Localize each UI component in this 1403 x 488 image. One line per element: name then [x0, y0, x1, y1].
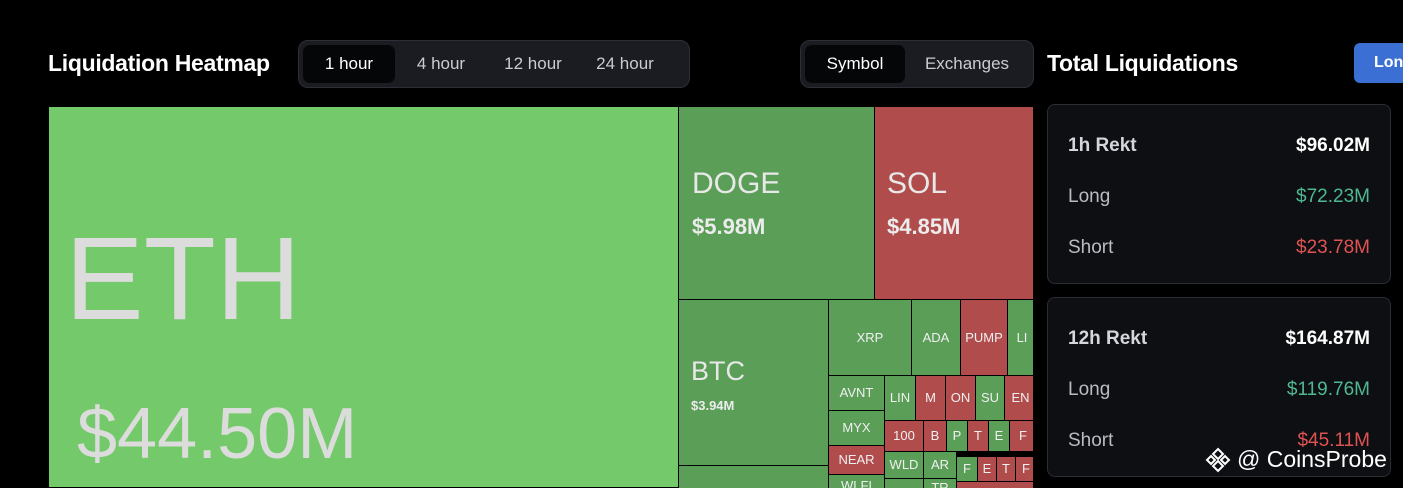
card-12h-total: $164.87M — [1285, 328, 1370, 349]
tile-tr[interactable]: TR — [923, 478, 957, 488]
tile-t2[interactable]: T — [996, 456, 1016, 482]
tile-myx[interactable]: MYX — [828, 410, 885, 446]
liquidation-heatmap: ETH $44.50M DOGE $5.98M SOL $4.85M BTC $… — [48, 106, 1033, 488]
tile-avnt[interactable]: AVNT — [828, 375, 885, 411]
tile-ar[interactable]: AR — [923, 451, 957, 479]
tile-eth[interactable]: ETH $44.50M — [48, 106, 679, 488]
tile-lin[interactable]: LIN — [884, 375, 916, 421]
tile-wld[interactable]: WLD — [884, 451, 924, 479]
view-selector: Symbol Exchanges — [800, 40, 1034, 88]
card-1h-label: 1h Rekt — [1068, 135, 1137, 156]
card-12h-long-label: Long — [1068, 379, 1111, 400]
tile-e[interactable]: E — [988, 420, 1010, 452]
card-12h-long-value: $119.76M — [1286, 379, 1370, 400]
tile-btc-symbol: BTC — [691, 356, 745, 386]
card-1h-short-value: $23.78M — [1296, 237, 1370, 258]
card-1h-long-label: Long — [1068, 186, 1111, 207]
tile-pump[interactable]: PUMP — [960, 299, 1008, 376]
tile-btc[interactable]: BTC $3.94M — [678, 299, 829, 466]
tile-f2[interactable]: F — [956, 456, 978, 482]
tab-24-hour[interactable]: 24 hour — [579, 45, 671, 83]
tile-100[interactable]: 100 — [884, 420, 924, 452]
card-12h-label: 12h Rekt — [1068, 328, 1148, 349]
tile-eth-value: $44.50M — [77, 394, 358, 474]
tile-xrp[interactable]: XRP — [828, 299, 912, 376]
tab-symbol[interactable]: Symbol — [805, 45, 905, 83]
tile-b[interactable]: B — [923, 420, 947, 452]
tile-en[interactable]: EN — [1004, 375, 1033, 421]
tab-12-hour[interactable]: 12 hour — [487, 45, 579, 83]
tile-ada[interactable]: ADA — [911, 299, 961, 376]
tile-on[interactable]: ON — [945, 375, 976, 421]
tab-exchanges[interactable]: Exchanges — [905, 45, 1029, 83]
tile-sol[interactable]: SOL $4.85M — [874, 106, 1033, 300]
page-title: Liquidation Heatmap — [48, 50, 270, 76]
tile-p[interactable]: P — [946, 420, 968, 452]
card-12h-short-label: Short — [1068, 430, 1114, 451]
tile-doge[interactable]: DOGE $5.98M — [678, 106, 875, 300]
time-range-selector: 1 hour 4 hour 12 hour 24 hour — [298, 40, 690, 88]
tile-near[interactable]: NEAR — [828, 445, 885, 475]
watermark-text: @ CoinsProbe — [1237, 446, 1387, 472]
binance-logo-icon — [1205, 447, 1231, 472]
tile-li[interactable]: LI — [1007, 299, 1033, 376]
tile-unlabeled-3[interactable] — [956, 481, 1033, 488]
tile-wlfi[interactable]: WLFI — [828, 474, 885, 488]
card-1h-long-value: $72.23M — [1296, 186, 1370, 207]
tile-unlabeled[interactable] — [678, 465, 829, 488]
tile-f3[interactable]: F — [1015, 456, 1033, 482]
card-1h-short-label: Short — [1068, 237, 1114, 258]
tile-e2[interactable]: E — [977, 456, 997, 482]
tile-unlabeled-2[interactable] — [884, 478, 924, 488]
long-tab-button[interactable]: Lon — [1354, 43, 1403, 83]
tile-t[interactable]: T — [967, 420, 989, 452]
tile-sol-symbol: SOL — [887, 167, 948, 200]
tile-doge-value: $5.98M — [692, 214, 766, 239]
tab-1-hour[interactable]: 1 hour — [303, 45, 395, 83]
tile-sol-value: $4.85M — [887, 214, 961, 239]
rekt-card-1h: 1h Rekt $96.02M Long $72.23M Short $23.7… — [1047, 104, 1391, 284]
tile-f[interactable]: F — [1009, 420, 1033, 452]
tile-su[interactable]: SU — [975, 375, 1005, 421]
card-1h-total: $96.02M — [1296, 135, 1370, 156]
tile-doge-symbol: DOGE — [692, 167, 781, 200]
watermark: @ CoinsProbe — [1205, 446, 1387, 473]
tile-btc-value: $3.94M — [691, 398, 735, 413]
tile-eth-symbol: ETH — [65, 213, 301, 345]
tile-m[interactable]: M — [915, 375, 946, 421]
tab-4-hour[interactable]: 4 hour — [395, 45, 487, 83]
total-liquidations-title: Total Liquidations — [1047, 50, 1238, 76]
